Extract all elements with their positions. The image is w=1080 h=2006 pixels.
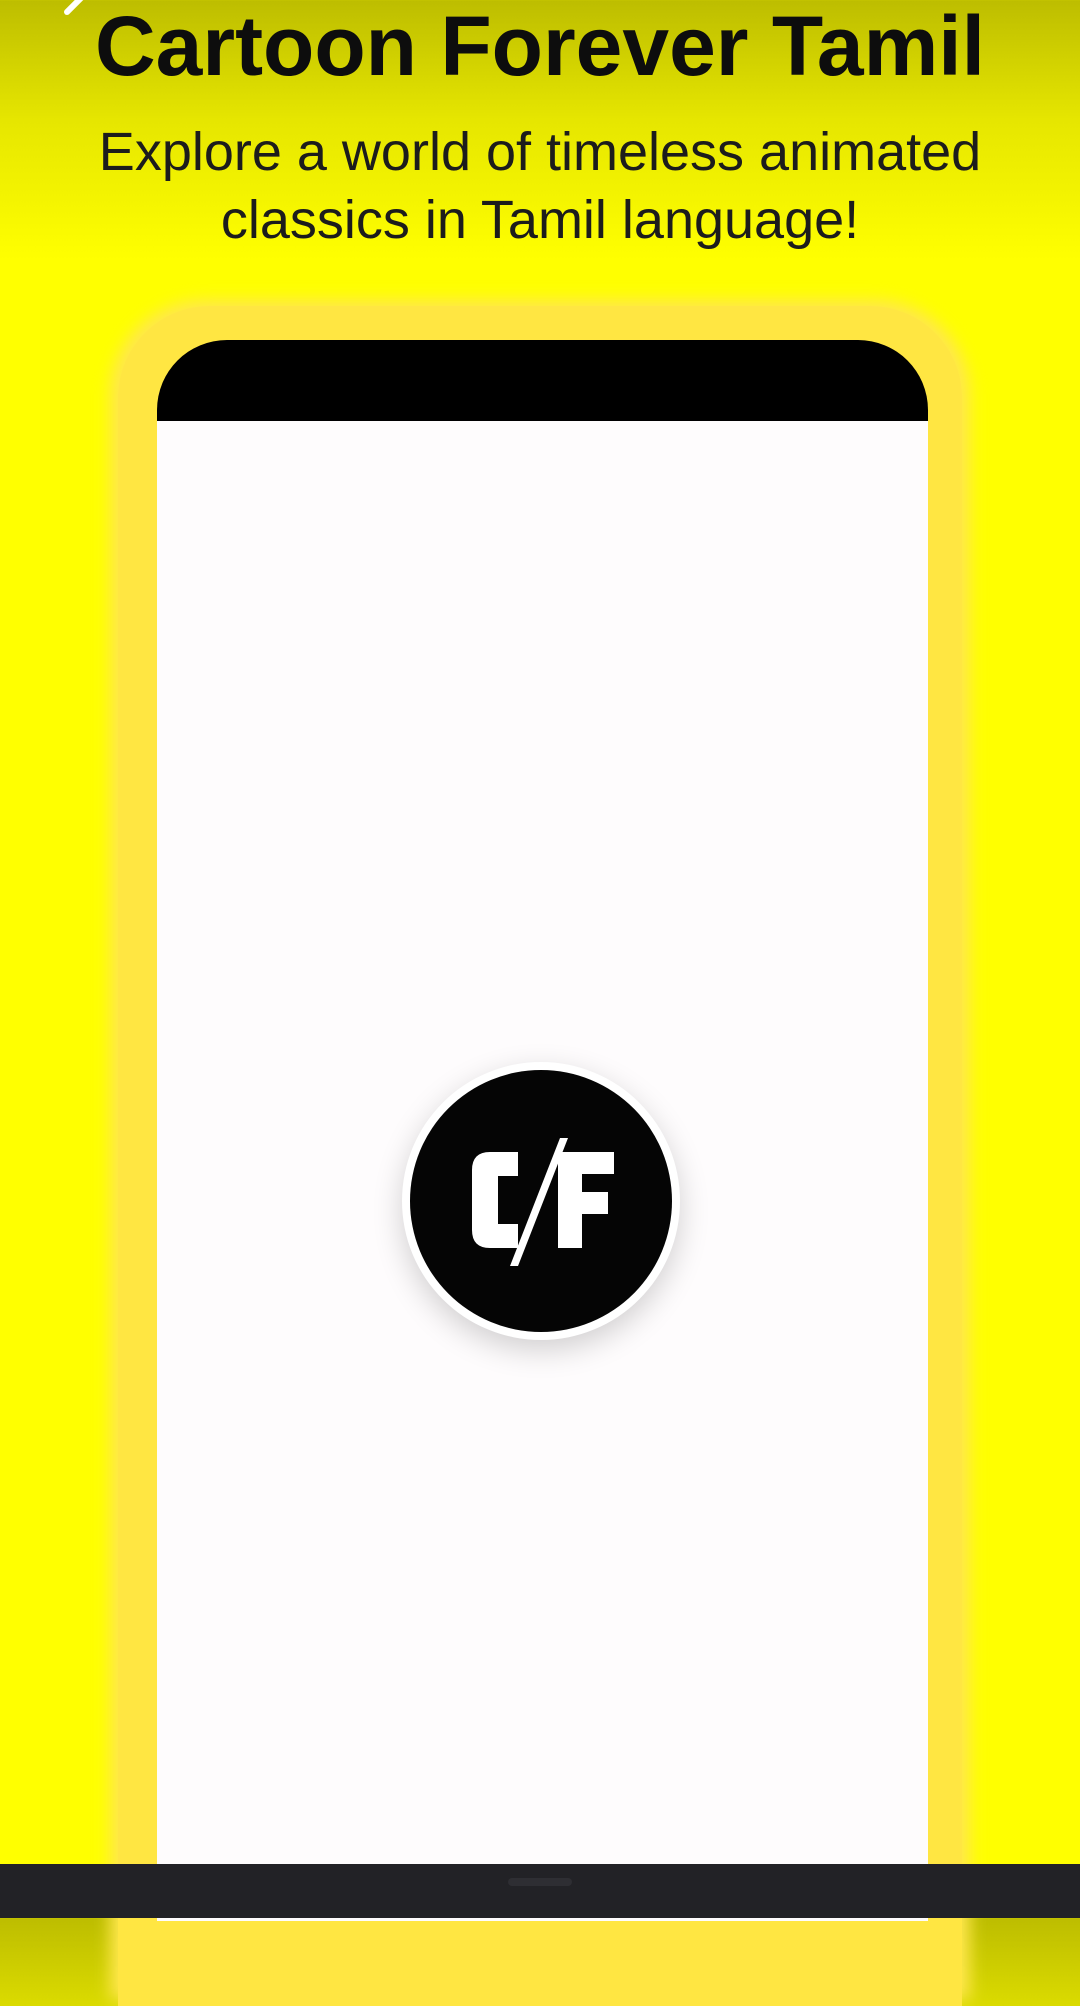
- subtitle-line-1: Explore a world of timeless animated: [98, 122, 982, 182]
- phone-status-bar: [157, 340, 928, 424]
- logo-circle: [410, 1070, 672, 1332]
- page-title: Cartoon Forever Tamil: [95, 0, 985, 93]
- system-navigation-bar: [0, 1864, 1080, 1918]
- home-indicator[interactable]: [508, 1878, 572, 1886]
- app-logo: [402, 1062, 680, 1340]
- page-subtitle: Explore a world of timeless animated cla…: [40, 118, 1040, 254]
- cf-logo-icon: [472, 1138, 614, 1266]
- subtitle-line-2: classics in Tamil language!: [220, 190, 860, 250]
